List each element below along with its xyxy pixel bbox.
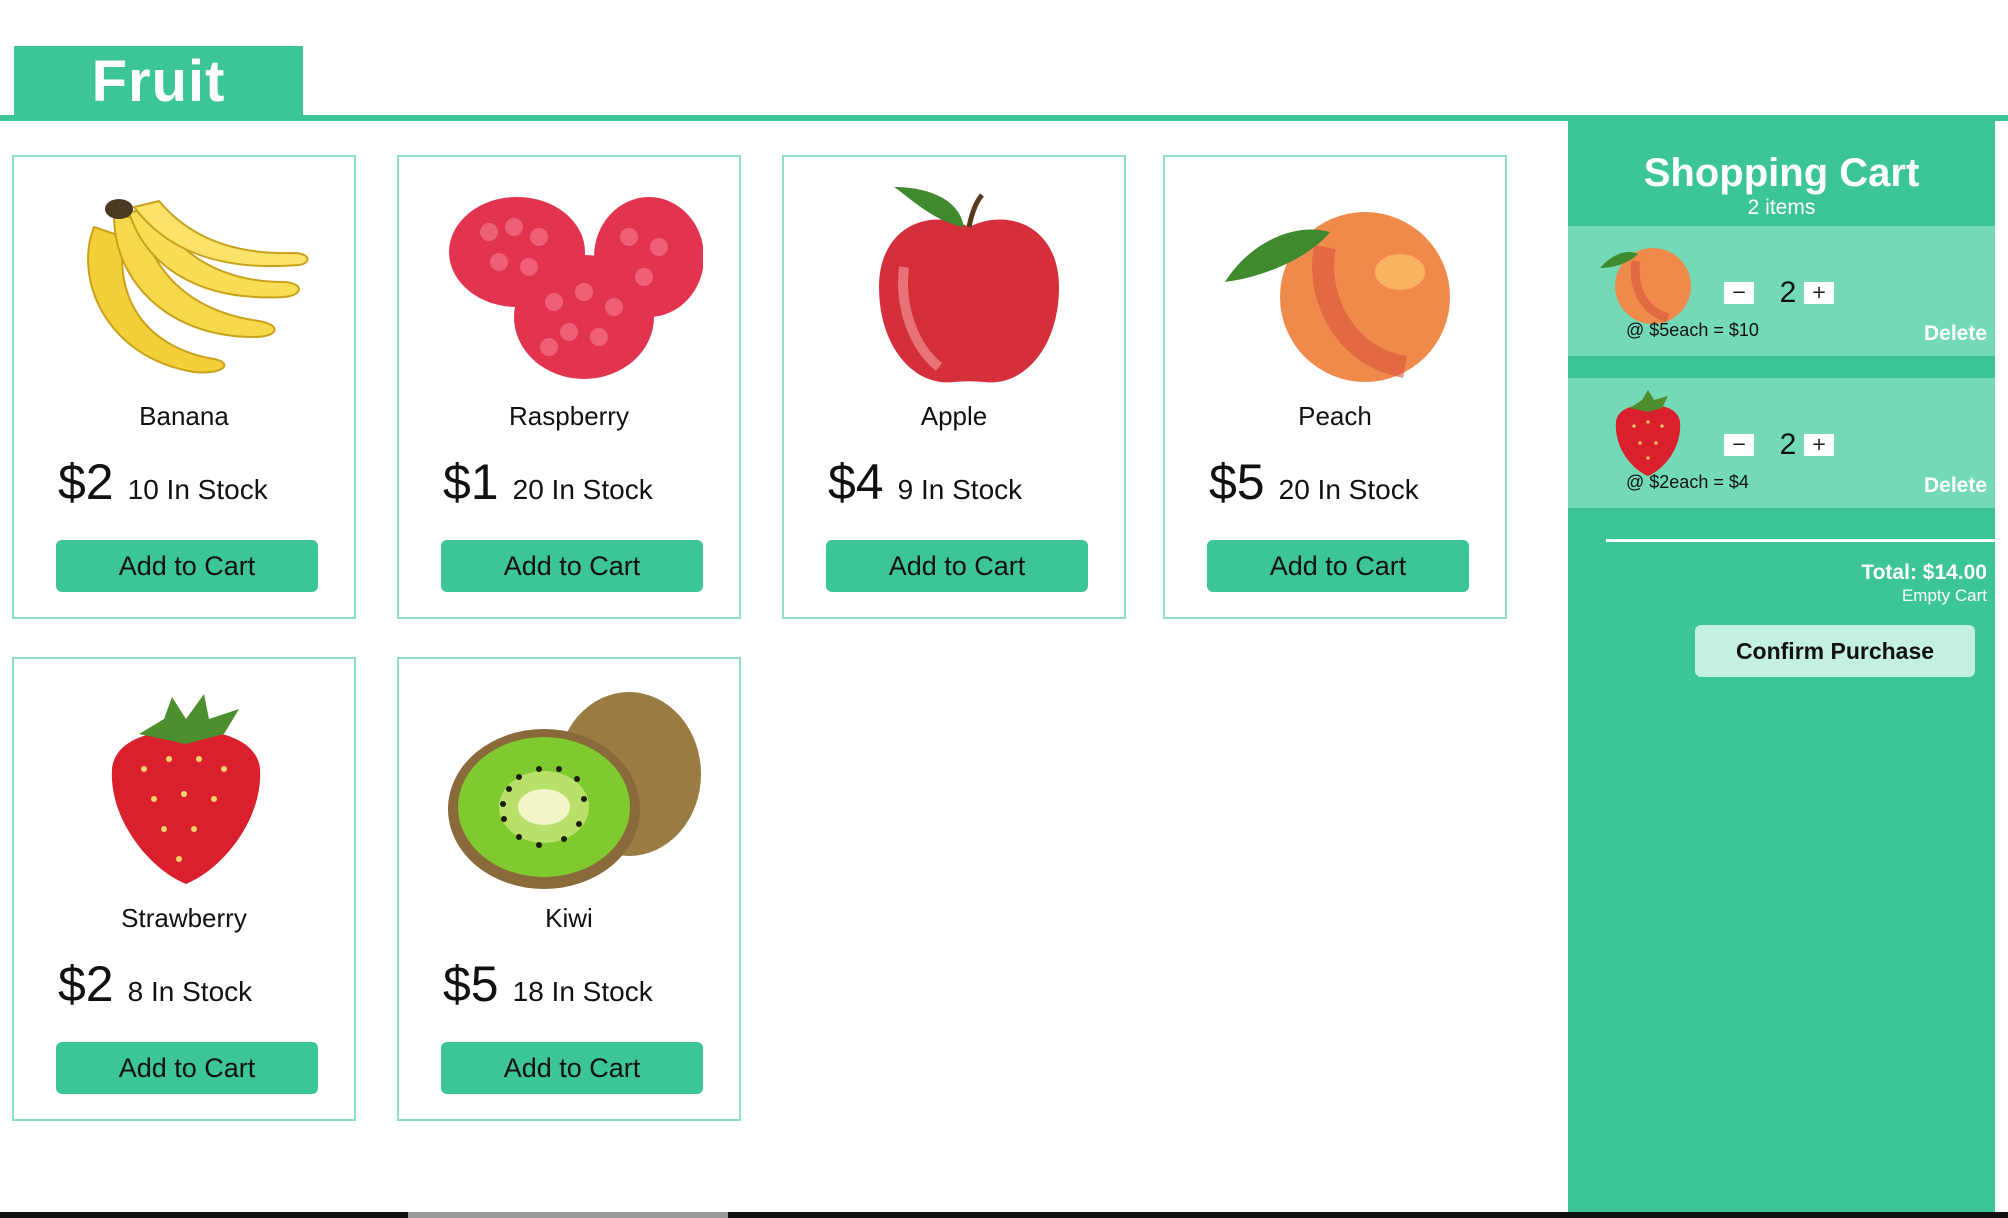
delete-item-button[interactable]: Delete [1924, 322, 1987, 346]
product-stock: 20 In Stock [512, 474, 653, 505]
product-name: Kiwi [545, 903, 593, 933]
add-to-cart-button-raspberry[interactable]: Add to Cart [441, 540, 703, 592]
price-row: $4 9 In Stock [828, 453, 1022, 511]
price-row: $5 20 In Stock [1209, 453, 1419, 511]
peach-thumbnail [1598, 236, 1698, 326]
horizontal-scrollbar[interactable] [0, 1212, 2008, 1218]
cart-total: Total: $14.00 [1861, 561, 1987, 584]
cart-title: Shopping Cart [1643, 151, 1920, 195]
price-row: $1 20 In Stock [443, 453, 653, 511]
price-row: $5 18 In Stock [443, 955, 653, 1013]
decrease-quantity-button[interactable]: − [1724, 282, 1754, 304]
cart-divider [1606, 539, 1995, 542]
scrollbar-thumb[interactable] [408, 1212, 728, 1218]
shopping-cart-panel: Shopping Cart 2 items − 2 + @ $5each = $… [1568, 117, 1995, 1218]
empty-cart-link[interactable]: Empty Cart [1902, 586, 1987, 606]
product-price: $1 [443, 454, 499, 510]
product-stock: 18 In Stock [512, 976, 653, 1007]
window-edge [1995, 122, 2008, 1218]
product-stock: 10 In Stock [127, 474, 268, 505]
item-quantity: 2 [1779, 276, 1797, 309]
kiwi-image [439, 689, 703, 889]
item-line-total: @ $2each = $4 [1626, 472, 1749, 492]
item-quantity: 2 [1779, 428, 1797, 461]
product-price: $2 [58, 956, 114, 1012]
product-stock: 20 In Stock [1278, 474, 1419, 505]
product-name: Strawberry [121, 903, 247, 933]
add-to-cart-button-peach[interactable]: Add to Cart [1207, 540, 1469, 592]
peach-image [1205, 187, 1469, 387]
add-to-cart-button-strawberry[interactable]: Add to Cart [56, 1042, 318, 1094]
product-card-peach: Peach $5 20 In Stock Add to Cart [1163, 155, 1507, 619]
product-card-strawberry: Strawberry $2 8 In Stock Add to Cart [12, 657, 356, 1121]
cart-item-count: 2 items [1747, 196, 1816, 219]
strawberry-image [54, 689, 318, 889]
product-price: $5 [443, 956, 499, 1012]
confirm-purchase-button[interactable]: Confirm Purchase [1695, 625, 1975, 677]
price-row: $2 8 In Stock [58, 955, 252, 1013]
product-stock: 8 In Stock [127, 976, 253, 1007]
item-line-total: @ $5each = $10 [1626, 320, 1759, 340]
increase-quantity-button[interactable]: + [1804, 434, 1834, 456]
product-name: Peach [1298, 401, 1372, 431]
product-price: $4 [828, 454, 884, 510]
product-card-raspberry: Raspberry $1 20 In Stock Add to Cart [397, 155, 741, 619]
increase-quantity-button[interactable]: + [1804, 282, 1834, 304]
cart-item-strawberry: − 2 + @ $2each = $4 Delete [1568, 378, 1995, 508]
decrease-quantity-button[interactable]: − [1724, 434, 1754, 456]
product-card-apple: Apple $4 9 In Stock Add to Cart [782, 155, 1126, 619]
product-price: $5 [1209, 454, 1265, 510]
strawberry-thumbnail [1598, 388, 1698, 478]
page-title: Fruit [91, 48, 226, 114]
price-row: $2 10 In Stock [58, 453, 268, 511]
delete-item-button[interactable]: Delete [1924, 474, 1987, 498]
banana-image [54, 187, 318, 387]
raspberry-image [439, 187, 703, 387]
product-name: Banana [139, 401, 229, 431]
add-to-cart-button-kiwi[interactable]: Add to Cart [441, 1042, 703, 1094]
product-card-banana: Banana $2 10 In Stock Add to Cart [12, 155, 356, 619]
product-stock: 9 In Stock [897, 474, 1023, 505]
product-name: Raspberry [509, 401, 629, 431]
apple-image [824, 187, 1088, 387]
cart-item-peach: − 2 + @ $5each = $10 Delete [1568, 226, 1995, 356]
product-card-kiwi: Kiwi $5 18 In Stock Add to Cart [397, 657, 741, 1121]
product-name: Apple [920, 401, 988, 431]
add-to-cart-button-apple[interactable]: Add to Cart [826, 540, 1088, 592]
product-price: $2 [58, 454, 114, 510]
page-title-tab: Fruit [14, 46, 303, 116]
add-to-cart-button-banana[interactable]: Add to Cart [56, 540, 318, 592]
